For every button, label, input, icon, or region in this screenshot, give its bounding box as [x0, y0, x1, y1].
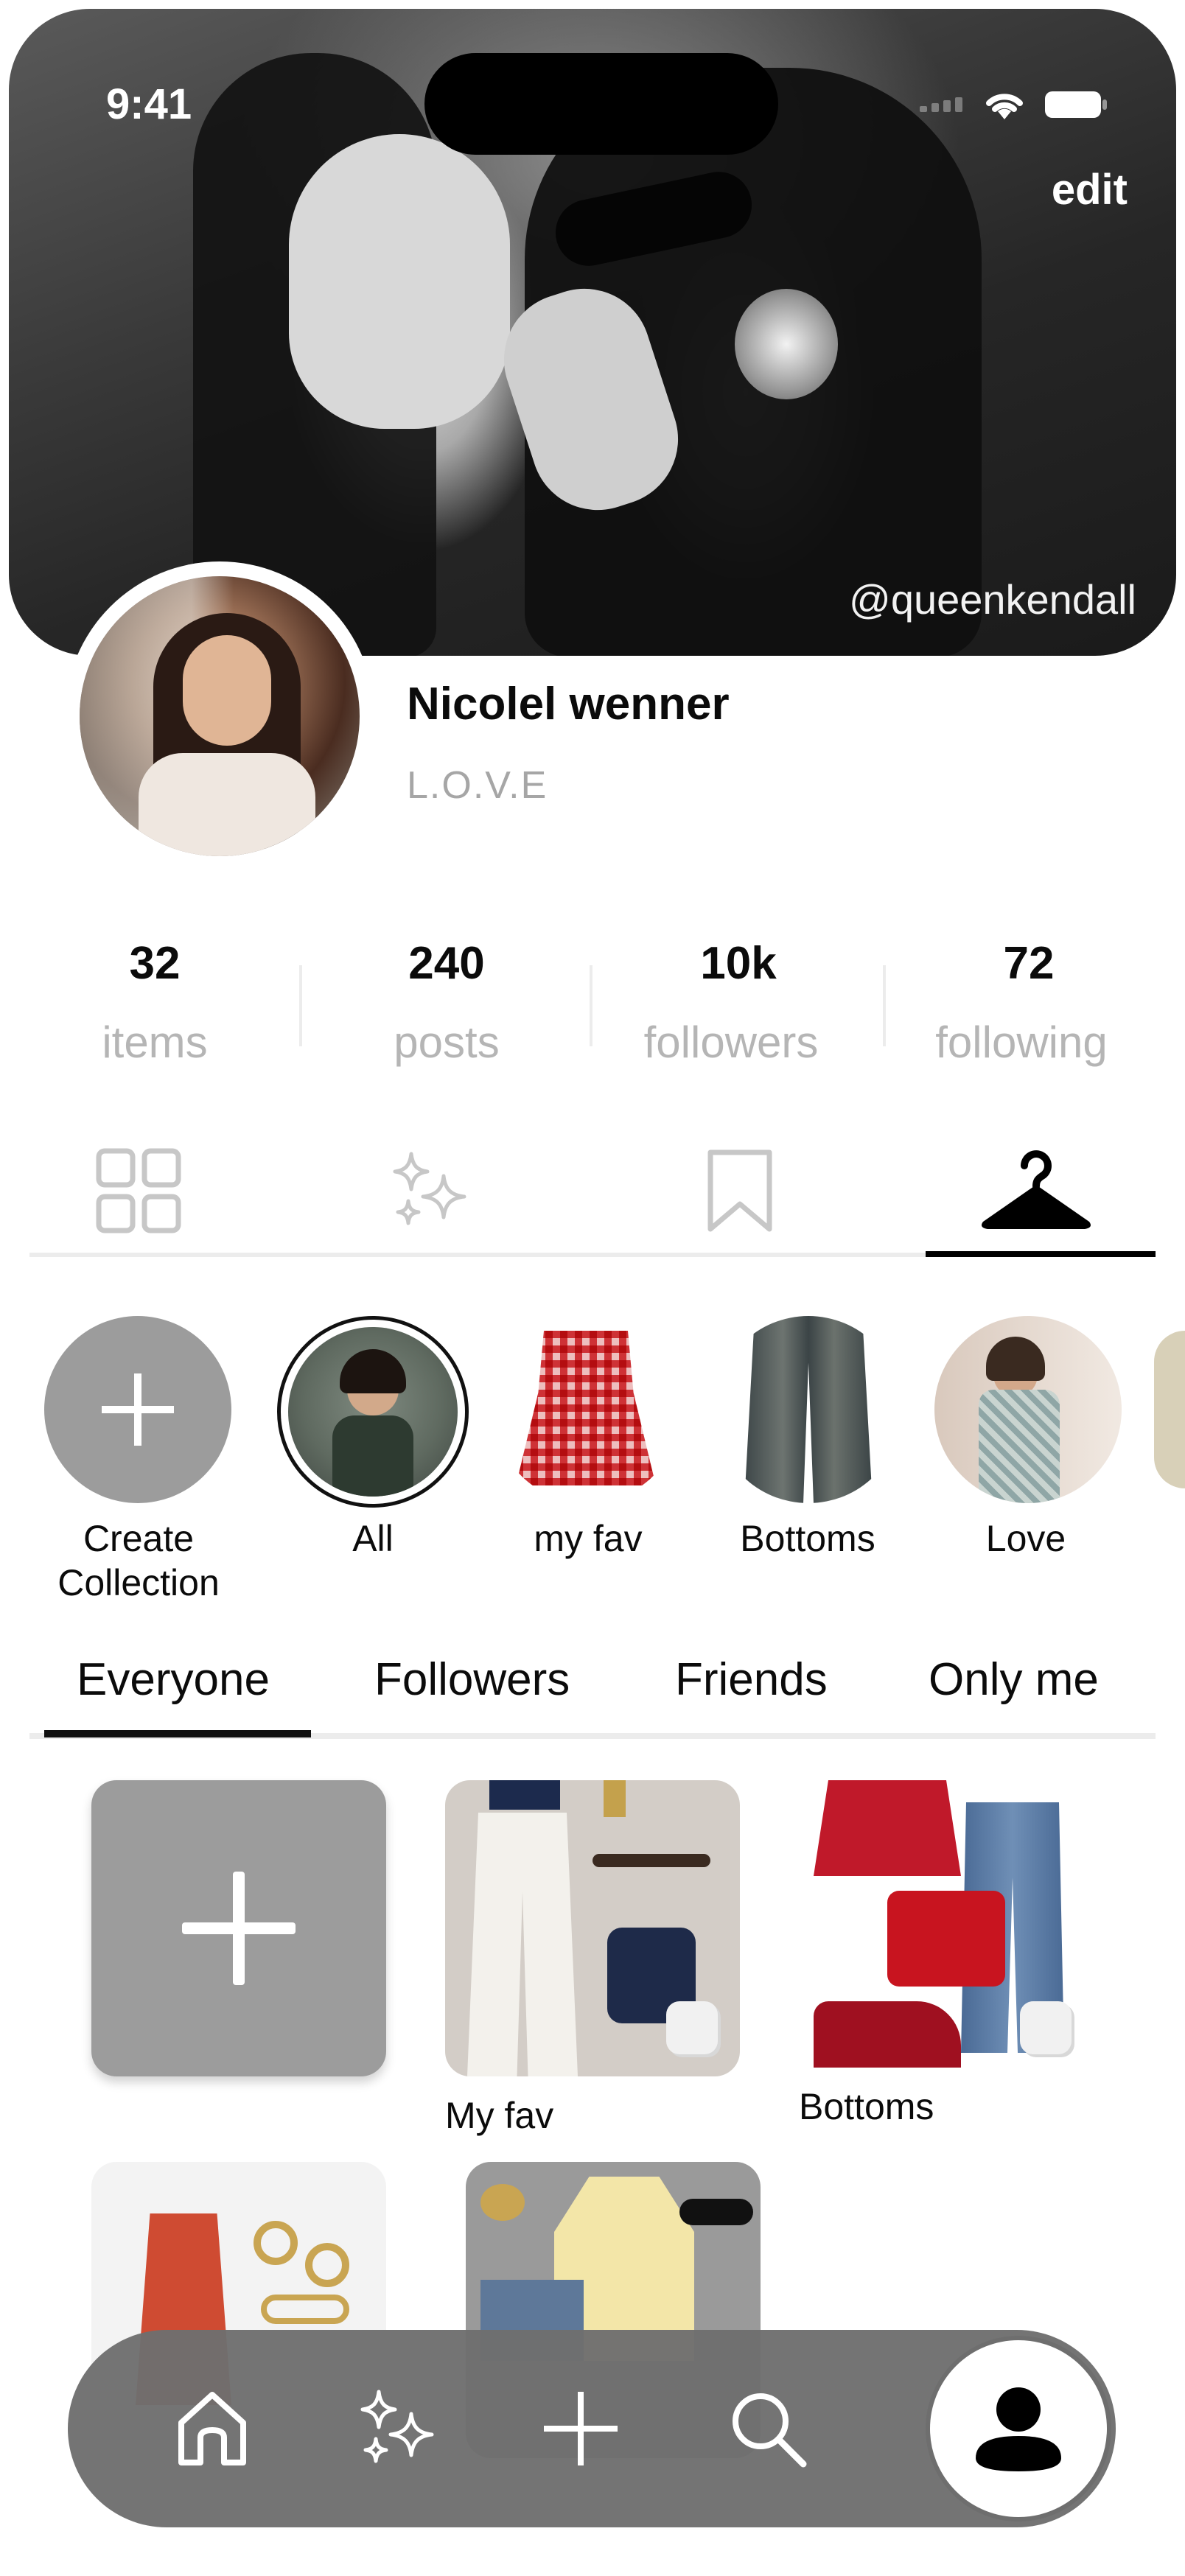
avatar-face: [183, 635, 271, 746]
tab-followers[interactable]: Followers: [374, 1653, 570, 1706]
create-collection-button[interactable]: [44, 1316, 231, 1503]
profile-bio: L.O.V.E: [407, 764, 548, 807]
profile-name: Nicolel wenner: [407, 679, 730, 729]
stat-items-label: items: [102, 1018, 208, 1067]
photo-credit-handle: @queenkendall: [848, 576, 1136, 623]
collection-love[interactable]: [934, 1316, 1122, 1503]
outfit-card-bottoms[interactable]: [799, 1780, 1094, 2076]
outfit-card-bottoms-label: Bottoms: [799, 2086, 934, 2127]
outfit-card-my-fav[interactable]: [445, 1780, 740, 2076]
sparkles-icon[interactable]: [383, 1147, 472, 1235]
bookmark-icon[interactable]: [696, 1147, 784, 1235]
plus-icon: [102, 1373, 174, 1446]
status-time: 9:41: [106, 80, 192, 128]
collection-all[interactable]: [277, 1316, 469, 1508]
outfit-badge: [1020, 2001, 1072, 2054]
search-icon[interactable]: [724, 2384, 812, 2473]
plus-icon: [182, 1872, 296, 1985]
stat-followers-label: followers: [643, 1018, 819, 1067]
stat-divider: [590, 965, 592, 1046]
collection-love-label: Love: [985, 1518, 1066, 1559]
collection-bottoms[interactable]: [715, 1316, 902, 1503]
collection-all-thumb: [288, 1327, 458, 1497]
collection-all-label: All: [352, 1518, 394, 1559]
create-collection-label: Create Collection: [28, 1516, 249, 1605]
tab-everyone[interactable]: Everyone: [77, 1653, 270, 1706]
grid-icon[interactable]: [94, 1147, 183, 1235]
stat-items-value[interactable]: 32: [44, 937, 265, 990]
stat-divider: [299, 965, 302, 1046]
create-collection-label-line2: Collection: [57, 1562, 220, 1603]
profile-icon: [976, 2387, 1061, 2471]
create-collection-label-line1: Create: [83, 1518, 195, 1559]
stat-following-value[interactable]: 72: [918, 937, 1139, 990]
tab-active-indicator: [926, 1251, 1156, 1257]
avatar[interactable]: [80, 576, 360, 856]
tab-friends[interactable]: Friends: [675, 1653, 828, 1706]
cover-photo-face: [289, 134, 510, 429]
stat-followers-value[interactable]: 10k: [628, 937, 849, 990]
stat-posts-value[interactable]: 240: [336, 937, 557, 990]
profile-nav-button[interactable]: [926, 2336, 1111, 2521]
gingham-top-thumb: [516, 1331, 656, 1485]
outfit-card-my-fav-label: My fav: [445, 2095, 554, 2136]
hanger-icon[interactable]: [977, 1141, 1095, 1236]
outfit-badge: [666, 2001, 718, 2054]
collection-my-fav[interactable]: [494, 1316, 681, 1503]
signal-icon: [920, 97, 962, 112]
header-cover-photo: 9:41 edit @queenkendall: [9, 9, 1176, 656]
add-item-card[interactable]: [91, 1780, 386, 2076]
wifi-icon: [986, 94, 1023, 119]
edit-profile-link[interactable]: edit: [1052, 165, 1128, 214]
tab-only-me[interactable]: Only me: [929, 1653, 1099, 1706]
collection-bottoms-label: Bottoms: [740, 1518, 875, 1559]
status-icons: [920, 88, 1108, 121]
cover-photo-earring: [735, 289, 838, 399]
battery-icon: [1045, 91, 1107, 118]
home-icon[interactable]: [168, 2384, 256, 2473]
stat-posts-label: posts: [394, 1018, 500, 1067]
stat-divider: [883, 965, 886, 1046]
sparkles-icon[interactable]: [351, 2384, 439, 2473]
avatar-top: [139, 753, 315, 856]
plus-icon[interactable]: [536, 2384, 625, 2473]
collection-my-fav-label: my fav: [534, 1518, 643, 1559]
privacy-tab-active-indicator: [44, 1730, 311, 1737]
dynamic-island: [424, 53, 778, 155]
stat-following-label: following: [935, 1018, 1108, 1067]
collection-overflow-thumb[interactable]: [1154, 1331, 1185, 1488]
jeans-thumb: [744, 1316, 873, 1503]
